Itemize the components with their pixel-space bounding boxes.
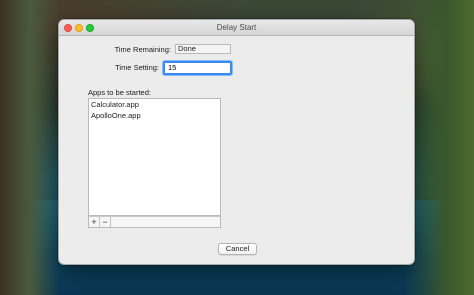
apps-list-toolbar: + − [88,216,221,228]
title-bar[interactable]: Delay Start [59,20,414,36]
window-title: Delay Start [216,23,257,32]
time-remaining-field: Done [175,44,231,54]
list-item[interactable]: Calculator.app [89,99,220,110]
remove-app-button[interactable]: − [100,217,111,227]
time-setting-input[interactable]: 15 [163,61,232,75]
wallpaper-shore [0,0,60,295]
list-item[interactable]: ApolloOne.app [89,110,220,121]
time-setting-label: Time Setting: [115,63,159,72]
add-app-button[interactable]: + [89,217,100,227]
delay-start-window: Delay Start Time Remaining: Done Time Se… [58,19,415,265]
cancel-button[interactable]: Cancel [218,243,257,255]
time-remaining-label: Time Remaining: [114,45,171,54]
apps-list[interactable]: Calculator.app ApolloOne.app [88,98,221,216]
apps-list-label: Apps to be started: [88,88,151,97]
